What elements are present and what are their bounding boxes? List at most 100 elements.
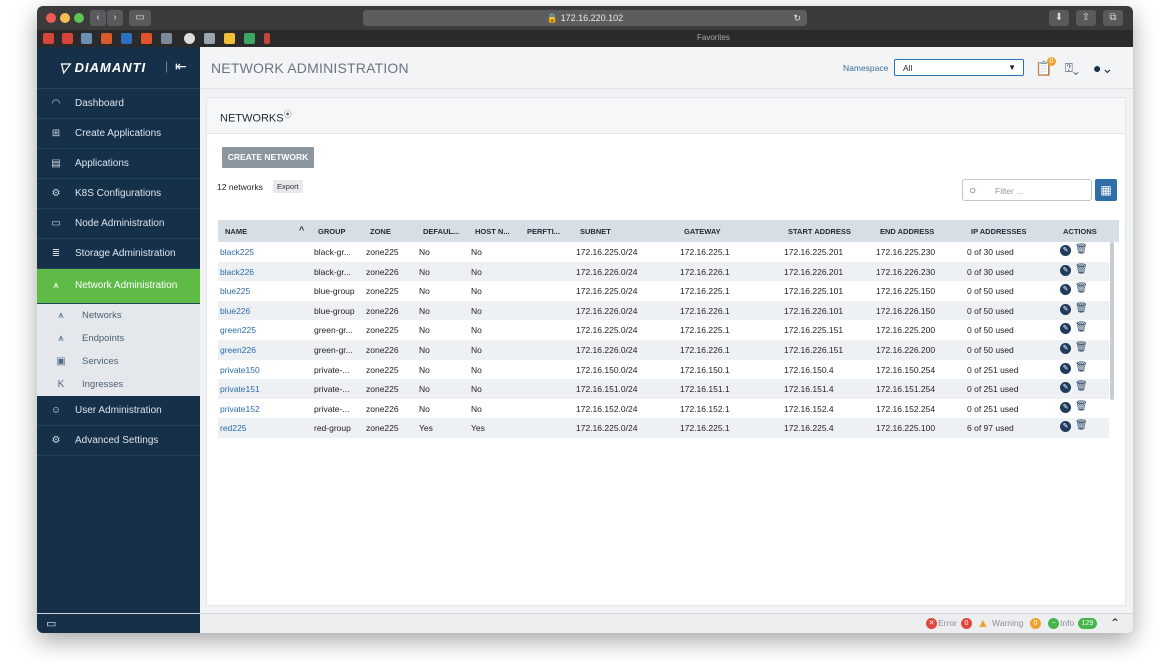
favorite-app-icon[interactable] <box>204 33 215 44</box>
trash-icon[interactable]: 🗑 <box>1075 264 1088 275</box>
trash-icon[interactable]: 🗑 <box>1075 420 1088 431</box>
favorite-sheets-icon[interactable] <box>244 33 255 44</box>
collapse-sidebar-icon[interactable]: ⇤ <box>175 58 187 75</box>
edit-icon[interactable]: ✎ <box>1060 323 1071 335</box>
table-row[interactable]: blue226 blue-group zone226 No No 172.16.226.0… <box>218 300 1109 321</box>
table-row[interactable]: green225 green-gr... zone225 No No 172.16.225… <box>218 320 1109 340</box>
network-name-link[interactable]: blue226 <box>220 306 250 316</box>
tabs-icon[interactable]: ⧉ <box>1103 10 1123 26</box>
table-row[interactable]: private151 private-... zone225 No No 172.16.1… <box>218 379 1109 399</box>
reload-icon[interactable]: ↻ <box>793 10 801 26</box>
table-row[interactable]: black225 black-gr... zone225 No No 172.16.225… <box>218 242 1109 262</box>
table-row[interactable]: red225 red-group zone225 Yes Yes 172.16.225.0… <box>218 418 1109 438</box>
edit-icon[interactable]: ✎ <box>1060 421 1071 433</box>
download-icon[interactable]: ⬇ <box>1049 10 1069 26</box>
column-header-group[interactable]: GROUP <box>318 227 346 236</box>
column-header-end-address[interactable]: END ADDRESS <box>880 227 934 236</box>
network-name-link[interactable]: private152 <box>220 404 260 414</box>
help-icon[interactable]: ⍰⌄ <box>1065 60 1079 76</box>
submenu-item-ingresses[interactable]: K Ingresses <box>37 373 200 396</box>
sidebar-item-user-administration[interactable]: ☺ User Administration <box>37 396 200 426</box>
close-window-button[interactable] <box>46 13 56 23</box>
chevron-up-icon[interactable]: ⌃ <box>1110 616 1120 630</box>
favorite-outlook-icon[interactable] <box>121 33 132 44</box>
zoom-window-button[interactable] <box>74 13 84 23</box>
sidebar-item-dashboard[interactable]: ◠ Dashboard <box>37 89 200 119</box>
table-row[interactable]: private152 private-... zone226 No No 172.16.1… <box>218 399 1109 419</box>
column-chooser-icon[interactable]: ▦ <box>1095 179 1117 201</box>
network-name-link[interactable]: green226 <box>220 345 256 355</box>
table-scrollbar[interactable] <box>1110 242 1114 400</box>
favorite-app-icon[interactable] <box>264 33 270 44</box>
sidebar-item-storage-administration[interactable]: ≣ Storage Administration <box>37 239 200 269</box>
edit-icon[interactable]: ✎ <box>1060 264 1071 276</box>
edit-icon[interactable]: ✎ <box>1060 362 1071 374</box>
table-row[interactable]: black226 black-gr... zone226 No No 172.16.226… <box>218 261 1109 282</box>
warning-label[interactable]: Warning <box>992 618 1023 628</box>
column-header-perftier[interactable]: PERFTI... <box>527 227 560 236</box>
trash-icon[interactable]: 🗑 <box>1075 322 1088 333</box>
sidebar-item-create-applications[interactable]: ⊞ Create Applications <box>37 119 200 149</box>
sidebar-item-network-administration[interactable]: ⩚ Network Administration <box>37 269 200 304</box>
error-label[interactable]: Error <box>938 618 957 628</box>
trash-icon[interactable]: 🗑 <box>1075 244 1088 255</box>
favorite-mail-icon[interactable] <box>43 33 54 44</box>
favorite-app-icon[interactable] <box>161 33 172 44</box>
network-name-link[interactable]: red225 <box>220 423 246 433</box>
brand-logo[interactable]: ▽ DIAMANTI <box>59 60 146 76</box>
favorite-mail-icon[interactable] <box>62 33 73 44</box>
table-row[interactable]: private150 private-... zone225 No No 172.16.1… <box>218 360 1109 380</box>
favorite-drive-icon[interactable] <box>224 33 235 44</box>
submenu-item-endpoints[interactable]: ⩚ Endpoints <box>37 327 200 350</box>
sort-asc-icon[interactable]: ^ <box>299 225 304 235</box>
network-name-link[interactable]: green225 <box>220 325 256 335</box>
column-header-default[interactable]: DEFAUL... <box>423 227 459 236</box>
submenu-item-networks[interactable]: ⩚ Networks <box>37 304 200 327</box>
address-bar[interactable]: 🔒 172.16.220.102 ↻ <box>363 10 807 26</box>
favorite-gitlab-icon[interactable] <box>141 33 152 44</box>
forward-button[interactable]: › <box>107 10 123 26</box>
help-icon[interactable]: ⦿ <box>284 110 292 119</box>
favorite-office-icon[interactable] <box>101 33 112 44</box>
edit-icon[interactable]: ✎ <box>1060 284 1071 296</box>
edit-icon[interactable]: ✎ <box>1060 303 1071 315</box>
info-label[interactable]: Info <box>1060 618 1074 628</box>
sidebar-item-k8s-configurations[interactable]: ⚙ K8S Configurations <box>37 179 200 209</box>
network-name-link[interactable]: private151 <box>220 384 260 394</box>
calendar-icon[interactable]: ▭ <box>46 617 56 630</box>
sidebar-item-applications[interactable]: ▤ Applications <box>37 149 200 179</box>
column-header-ip-addresses[interactable]: IP ADDRESSES <box>971 227 1026 236</box>
column-header-subnet[interactable]: SUBNET <box>580 227 611 236</box>
column-header-host-network[interactable]: HOST N... <box>475 227 510 236</box>
user-avatar-icon[interactable]: ●⌄ <box>1093 60 1113 77</box>
trash-icon[interactable]: 🗑 <box>1075 342 1088 353</box>
sidebar-item-node-administration[interactable]: ▭ Node Administration <box>37 209 200 239</box>
export-button[interactable]: Export <box>273 180 303 193</box>
column-header-name[interactable]: NAME <box>225 227 247 236</box>
back-button[interactable]: ‹ <box>90 10 106 26</box>
table-row[interactable]: blue225 blue-group zone225 No No 172.16.225.0… <box>218 281 1109 301</box>
trash-icon[interactable]: 🗑 <box>1075 381 1088 392</box>
filter-input[interactable]: ○ Filter ... <box>962 179 1092 201</box>
trash-icon[interactable]: 🗑 <box>1075 401 1088 412</box>
trash-icon[interactable]: 🗑 <box>1075 283 1088 294</box>
network-name-link[interactable]: blue225 <box>220 286 250 296</box>
column-header-gateway[interactable]: GATEWAY <box>684 227 721 236</box>
network-name-link[interactable]: black225 <box>220 247 254 257</box>
favorite-github-icon[interactable] <box>184 33 195 44</box>
edit-icon[interactable]: ✎ <box>1060 401 1071 413</box>
column-header-zone[interactable]: ZONE <box>370 227 391 236</box>
trash-icon[interactable]: 🗑 <box>1075 303 1088 314</box>
namespace-select[interactable]: All ▼ <box>894 59 1024 76</box>
minimize-window-button[interactable] <box>60 13 70 23</box>
network-name-link[interactable]: black226 <box>220 267 254 277</box>
submenu-item-services[interactable]: ▣ Services <box>37 350 200 373</box>
edit-icon[interactable]: ✎ <box>1060 245 1071 256</box>
sidebar-item-advanced-settings[interactable]: ⚙ Advanced Settings <box>37 426 200 456</box>
create-network-button[interactable]: CREATE NETWORK <box>222 147 314 168</box>
share-icon[interactable]: ⇧ <box>1076 10 1096 26</box>
edit-icon[interactable]: ✎ <box>1060 382 1071 394</box>
favorite-calendar-icon[interactable] <box>81 33 92 44</box>
trash-icon[interactable]: 🗑 <box>1075 362 1088 373</box>
sidebar-toggle-icon[interactable]: ▭ <box>129 10 151 26</box>
